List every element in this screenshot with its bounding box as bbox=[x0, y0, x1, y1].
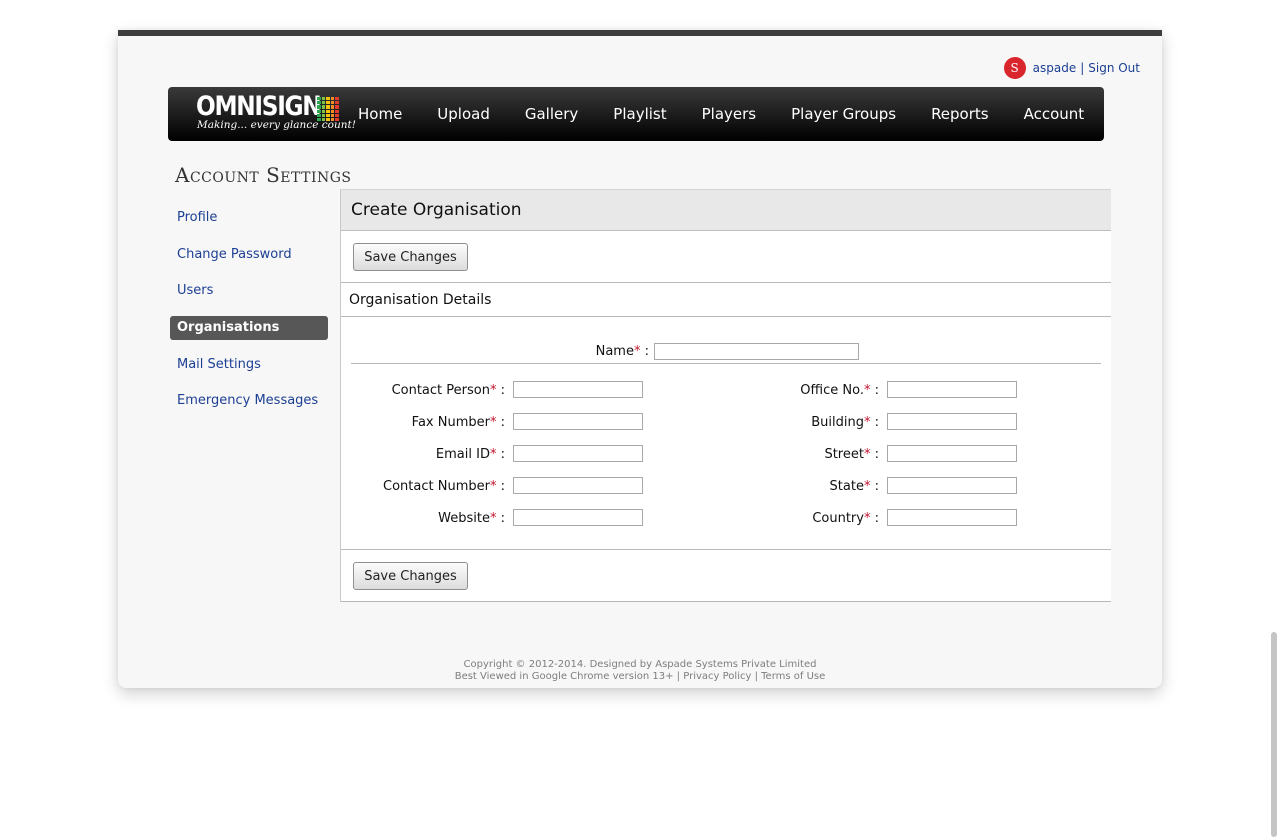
footer: Copyright © 2012-2014. Designed by Aspad… bbox=[118, 659, 1162, 683]
logo-color-grid-icon bbox=[317, 97, 339, 121]
username-link[interactable]: aspade bbox=[1033, 61, 1077, 75]
street-input[interactable] bbox=[887, 445, 1017, 462]
terms-of-use-link[interactable]: Terms of Use bbox=[761, 671, 825, 682]
page-container: S aspade | Sign Out OMNISIGN Making... e… bbox=[118, 30, 1162, 688]
sidebar-item-change-password[interactable]: Change Password bbox=[170, 243, 328, 267]
panel-end-rule bbox=[341, 601, 1111, 602]
nav-players[interactable]: Players bbox=[702, 105, 757, 123]
state-label: State* : bbox=[829, 479, 879, 494]
logo-wordmark: OMNISIGN bbox=[196, 91, 322, 122]
fax-number-label: Fax Number* : bbox=[411, 415, 505, 430]
user-bar: S aspade | Sign Out bbox=[1003, 57, 1140, 79]
contact-number-label: Contact Number* : bbox=[383, 479, 505, 494]
omnisign-logo[interactable]: OMNISIGN Making... every glance count! bbox=[196, 91, 356, 137]
building-input[interactable] bbox=[887, 413, 1017, 430]
country-label: Country* : bbox=[812, 511, 879, 526]
footer-best-viewed: Best Viewed in Google Chrome version 13+ bbox=[454, 671, 674, 682]
sidebar-item-profile[interactable]: Profile bbox=[170, 206, 328, 230]
sidebar-item-mail-settings[interactable]: Mail Settings bbox=[170, 353, 328, 377]
footer-divider: | bbox=[754, 671, 758, 682]
office-no-input[interactable] bbox=[887, 381, 1017, 398]
sidebar-item-emergency-messages[interactable]: Emergency Messages bbox=[170, 389, 328, 413]
sidebar-item-users[interactable]: Users bbox=[170, 279, 328, 303]
state-input[interactable] bbox=[887, 477, 1017, 494]
form-divider bbox=[351, 363, 1101, 364]
page-title: Account Settings bbox=[175, 163, 352, 187]
logo-tagline: Making... every glance count! bbox=[197, 119, 356, 131]
building-label: Building* : bbox=[811, 415, 879, 430]
form-bottom-rule bbox=[341, 549, 1111, 550]
account-sidebar: Profile Change Password Users Organisati… bbox=[170, 206, 328, 426]
nav-items: Home Upload Gallery Playlist Players Pla… bbox=[358, 87, 1119, 141]
nav-player-groups[interactable]: Player Groups bbox=[791, 105, 896, 123]
panel-title: Create Organisation bbox=[341, 189, 1111, 231]
website-label: Website* : bbox=[438, 511, 505, 526]
footer-divider: | bbox=[676, 671, 681, 682]
privacy-policy-link[interactable]: Privacy Policy bbox=[683, 671, 751, 682]
footer-links: Best Viewed in Google Chrome version 13+… bbox=[118, 671, 1162, 683]
create-organisation-panel: Create Organisation Save Changes Organis… bbox=[340, 189, 1111, 602]
page-scrollbar[interactable] bbox=[1271, 632, 1277, 837]
fax-number-input[interactable] bbox=[513, 413, 643, 430]
nav-upload[interactable]: Upload bbox=[437, 105, 490, 123]
contact-person-label: Contact Person* : bbox=[391, 383, 505, 398]
contact-person-input[interactable] bbox=[513, 381, 643, 398]
office-no-label: Office No.* : bbox=[800, 383, 879, 398]
name-input[interactable] bbox=[654, 343, 859, 360]
sidebar-item-organisations[interactable]: Organisations bbox=[170, 316, 328, 341]
section-title: Organisation Details bbox=[341, 282, 1111, 317]
sign-out-link[interactable]: Sign Out bbox=[1088, 61, 1140, 75]
footer-copyright: Copyright © 2012-2014. Designed by Aspad… bbox=[463, 659, 817, 670]
main-navigation: OMNISIGN Making... every glance count! H… bbox=[168, 87, 1104, 141]
street-label: Street* : bbox=[824, 447, 879, 462]
nav-home[interactable]: Home bbox=[358, 105, 402, 123]
name-label: Name* : bbox=[595, 344, 649, 359]
website-input[interactable] bbox=[513, 509, 643, 526]
country-input[interactable] bbox=[887, 509, 1017, 526]
nav-gallery[interactable]: Gallery bbox=[525, 105, 578, 123]
email-id-label: Email ID* : bbox=[435, 447, 505, 462]
save-changes-button-top[interactable]: Save Changes bbox=[353, 243, 468, 271]
user-separator: | bbox=[1080, 61, 1085, 75]
email-id-input[interactable] bbox=[513, 445, 643, 462]
save-changes-button-bottom[interactable]: Save Changes bbox=[353, 562, 468, 590]
nav-reports[interactable]: Reports bbox=[931, 105, 989, 123]
nav-account[interactable]: Account bbox=[1024, 105, 1085, 123]
user-avatar[interactable]: S bbox=[1003, 57, 1026, 79]
nav-playlist[interactable]: Playlist bbox=[613, 105, 666, 123]
contact-number-input[interactable] bbox=[513, 477, 643, 494]
